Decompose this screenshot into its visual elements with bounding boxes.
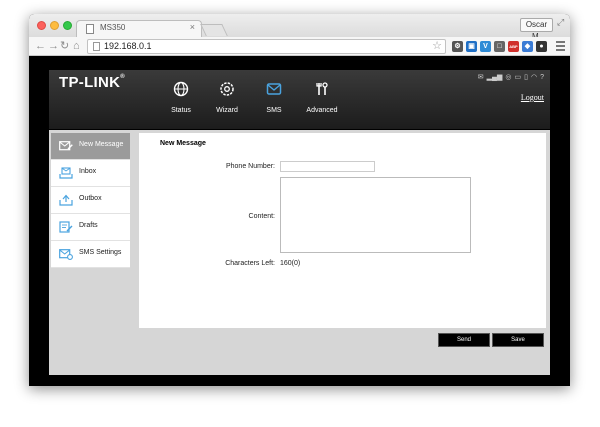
sidebar-item-sms-settings[interactable]: SMS Settings bbox=[51, 241, 130, 268]
browser-menu-icon[interactable] bbox=[556, 41, 565, 53]
address-bar[interactable]: 192.168.0.1 ☆ bbox=[87, 39, 446, 54]
envelope-icon bbox=[266, 83, 282, 95]
vpn-shield-icon[interactable]: V bbox=[480, 41, 491, 52]
tab-close-icon[interactable]: × bbox=[190, 22, 195, 32]
sidebar-item-label: Inbox bbox=[79, 168, 97, 175]
globe-icon bbox=[173, 81, 189, 97]
profile-button[interactable]: Oscar M. bbox=[520, 18, 553, 41]
nav-wizard-label: Wizard bbox=[216, 107, 238, 114]
sidebar-item-outbox[interactable]: Outbox bbox=[51, 187, 130, 214]
back-icon[interactable]: ← bbox=[35, 39, 46, 53]
save-button[interactable]: Save bbox=[492, 333, 544, 347]
phone-number-input[interactable] bbox=[280, 161, 375, 172]
content-textarea[interactable] bbox=[280, 177, 471, 253]
drafts-icon bbox=[59, 221, 73, 233]
sidebar-item-new-message[interactable]: New Message bbox=[51, 133, 130, 160]
document-icon bbox=[86, 24, 94, 34]
battery-icon: ▭ bbox=[514, 74, 522, 81]
sim-icon: ▯ bbox=[524, 74, 528, 81]
nav-sms[interactable]: SMS bbox=[252, 81, 296, 114]
browser-tab[interactable]: MS350 × bbox=[76, 20, 202, 37]
content-label: Content: bbox=[248, 213, 275, 220]
tools-icon bbox=[316, 82, 328, 95]
browser-toolbar: ← → ↻ ⌂ 192.168.0.1 ☆ ⚙ ▣ V □ ABP ◆ ● bbox=[29, 37, 570, 56]
tab-title: MS350 bbox=[100, 23, 126, 32]
close-window-button[interactable] bbox=[37, 21, 46, 30]
globe-icon: ◎ bbox=[505, 74, 512, 81]
new-message-icon bbox=[59, 141, 73, 151]
home-icon[interactable]: ⌂ bbox=[73, 39, 80, 53]
nav-status-label: Status bbox=[171, 107, 191, 114]
router-page: TP-LINK® ✉ ▂▄▆ ◎ ▭ ▯ ◠? Logout Status Wizard bbox=[29, 57, 570, 386]
sidebar-item-drafts[interactable]: Drafts bbox=[51, 214, 130, 241]
help-icon: ? bbox=[540, 74, 544, 81]
content-area: New Message Inbox Outbox Drafts SMS Sett… bbox=[49, 130, 550, 375]
logout-link[interactable]: Logout bbox=[521, 93, 544, 102]
gear-icon bbox=[220, 82, 234, 96]
puzzle-icon[interactable]: ◆ bbox=[522, 41, 533, 52]
sms-sidebar: New Message Inbox Outbox Drafts SMS Sett… bbox=[51, 133, 130, 268]
nav-wizard[interactable]: Wizard bbox=[205, 81, 249, 114]
sidebar-item-inbox[interactable]: Inbox bbox=[51, 160, 130, 187]
gear-extension-icon[interactable]: ⚙ bbox=[452, 41, 463, 52]
status-icons: ✉ ▂▄▆ ◎ ▭ ▯ ◠? bbox=[478, 73, 544, 82]
nav-advanced-label: Advanced bbox=[306, 107, 338, 114]
zoom-window-button[interactable] bbox=[63, 21, 72, 30]
sidebar-item-label: New Message bbox=[79, 141, 124, 148]
adblock-icon[interactable]: ABP bbox=[508, 41, 519, 52]
nav-sms-label: SMS bbox=[266, 107, 282, 114]
envelope-icon: ✉ bbox=[477, 74, 484, 81]
characters-left-label: Characters Left: bbox=[225, 260, 275, 267]
browser-titlebar: MS350 × Oscar M. ⤢ bbox=[29, 14, 570, 41]
fullscreen-icon[interactable]: ⤢ bbox=[557, 17, 564, 28]
nav-status[interactable]: Status bbox=[159, 81, 203, 114]
sidebar-item-label: SMS Settings bbox=[79, 249, 122, 256]
router-header: TP-LINK® ✉ ▂▄▆ ◎ ▭ ▯ ◠? Logout Status Wizard bbox=[49, 70, 550, 129]
wifi-icon: ◠ bbox=[530, 74, 538, 81]
nav-advanced[interactable]: Advanced bbox=[300, 81, 344, 114]
tp-link-logo: TP-LINK® bbox=[59, 74, 125, 91]
reload-icon[interactable]: ↻ bbox=[60, 39, 69, 53]
inbox-icon bbox=[59, 167, 73, 179]
signal-icon: ▂▄▆ bbox=[486, 74, 503, 81]
outbox-icon bbox=[59, 194, 73, 206]
sidebar-item-label: Drafts bbox=[79, 222, 98, 229]
dark-circle-icon[interactable]: ● bbox=[536, 41, 547, 52]
new-message-panel: New Message Phone Number: Content: Chara… bbox=[139, 133, 546, 328]
new-tab-button[interactable] bbox=[200, 24, 228, 36]
browser-window: MS350 × Oscar M. ⤢ ← → ↻ ⌂ 192.168.0.1 ☆… bbox=[29, 14, 570, 386]
sms-settings-icon bbox=[59, 249, 73, 260]
page-icon bbox=[93, 42, 100, 51]
screen-icon[interactable]: □ bbox=[494, 41, 505, 52]
sidebar-item-label: Outbox bbox=[79, 195, 102, 202]
send-button[interactable]: Send bbox=[438, 333, 490, 347]
forward-icon[interactable]: → bbox=[48, 39, 59, 53]
bookmark-star-icon[interactable]: ☆ bbox=[432, 39, 442, 52]
cast-icon[interactable]: ▣ bbox=[466, 41, 477, 52]
panel-title: New Message bbox=[160, 140, 206, 147]
phone-number-label: Phone Number: bbox=[225, 163, 275, 170]
characters-left-value: 160(0) bbox=[280, 260, 301, 267]
minimize-window-button[interactable] bbox=[50, 21, 59, 30]
address-url: 192.168.0.1 bbox=[104, 41, 152, 51]
